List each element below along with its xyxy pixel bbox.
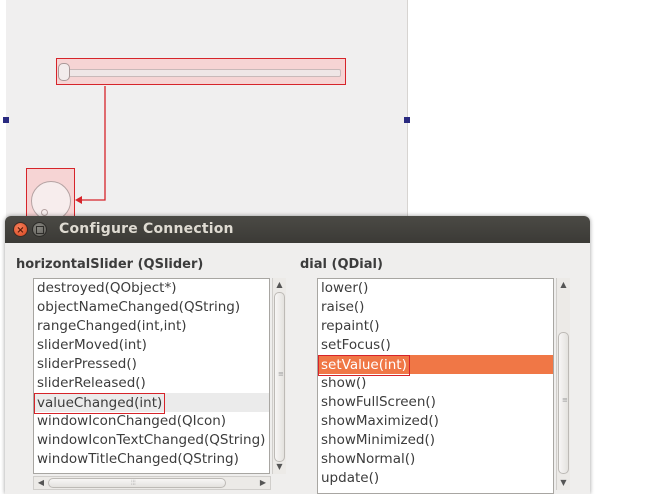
slot-list-item-label: showFullScreen() xyxy=(321,394,436,410)
slot-list[interactable]: lower() raise() repaint() setFocus() setValu… xyxy=(317,278,554,494)
signal-list-vscroll-thumb[interactable]: ≡ xyxy=(274,292,285,462)
signal-list-hscroll-thumb[interactable]: ⦙⦙⦙ xyxy=(48,478,226,488)
slot-list-item[interactable]: showMinimized() xyxy=(318,431,553,450)
slot-list-item[interactable]: showMaximized() xyxy=(318,412,553,431)
configure-connection-dialog: × Configure Connection horizontalSlider … xyxy=(5,216,590,494)
slot-list-item-label: repaint() xyxy=(321,318,380,334)
signal-list-item[interactable]: sliderPressed() xyxy=(34,355,269,374)
signal-list-item[interactable]: windowIconChanged(QIcon) xyxy=(34,412,269,431)
dialog-titlebar[interactable]: × Configure Connection xyxy=(5,216,590,243)
slot-list-item-label: update() xyxy=(321,470,380,486)
slot-list-item-label: showMaximized() xyxy=(321,413,439,429)
slot-list-item-label: setValue(int) xyxy=(318,355,410,376)
signal-list-item-label: sliderMoved(int) xyxy=(37,337,147,353)
signal-list-item[interactable]: sliderMoved(int) xyxy=(34,336,269,355)
signal-list-item-label: windowIconChanged(QIcon) xyxy=(37,413,227,429)
signal-list-item-label: windowTitleChanged(QString) xyxy=(37,451,239,467)
signal-list-item-label: objectNameChanged(QString) xyxy=(37,299,241,315)
signal-list-item[interactable]: windowIconTextChanged(QString) xyxy=(34,431,269,450)
signal-list-item-label: sliderPressed() xyxy=(37,356,137,372)
signal-list-item[interactable]: sliderReleased() xyxy=(34,374,269,393)
signal-list-hscrollbar[interactable]: ◀ ⦙⦙⦙ ▶ xyxy=(33,476,271,490)
signal-list-item-label: valueChanged(int) xyxy=(34,393,166,414)
scroll-up-icon[interactable]: ▲ xyxy=(557,279,570,291)
signal-list-item[interactable]: objectNameChanged(QString) xyxy=(34,298,269,317)
slot-list-item-label: setFocus() xyxy=(321,337,391,353)
signal-list-vscrollbar[interactable]: ▲ ≡ ▼ xyxy=(272,278,286,474)
slot-list-item[interactable]: show() xyxy=(318,374,553,393)
slot-list-vscroll-thumb[interactable]: ≡ xyxy=(558,332,569,474)
slot-list-item-label: show() xyxy=(321,375,367,391)
grip-icon: ≡ xyxy=(562,396,568,404)
sender-label: horizontalSlider (QSlider) xyxy=(16,257,204,272)
slot-list-item-label: raise() xyxy=(321,299,365,315)
signal-list-item-label: rangeChanged(int,int) xyxy=(37,318,187,334)
signal-list[interactable]: destroyed(QObject*) objectNameChanged(QSt… xyxy=(33,278,270,474)
slot-list-item[interactable]: lower() xyxy=(318,279,553,298)
slot-list-item-label: lower() xyxy=(321,280,369,296)
slot-list-item-label: showMinimized() xyxy=(321,432,435,448)
close-icon[interactable]: × xyxy=(13,222,28,237)
slot-list-item[interactable]: setValue(int) xyxy=(318,355,553,376)
scroll-left-icon[interactable]: ◀ xyxy=(35,477,47,489)
scroll-down-icon[interactable]: ▼ xyxy=(273,461,286,473)
signal-list-item[interactable]: destroyed(QObject*) xyxy=(34,279,269,298)
grip-icon: ≡ xyxy=(278,370,284,378)
signal-list-item[interactable]: valueChanged(int) xyxy=(34,393,269,414)
slot-list-item[interactable]: setFocus() xyxy=(318,336,553,355)
signal-list-item[interactable]: windowTitleChanged(QString) xyxy=(34,450,269,469)
receiver-label: dial (QDial) xyxy=(300,257,383,272)
slot-list-item[interactable]: showFullScreen() xyxy=(318,393,553,412)
signal-list-item-label: destroyed(QObject*) xyxy=(37,280,177,296)
scroll-right-icon[interactable]: ▶ xyxy=(257,477,269,489)
slot-list-item-label: showNormal() xyxy=(321,451,416,467)
slot-list-item[interactable]: repaint() xyxy=(318,317,553,336)
slot-list-item[interactable]: showNormal() xyxy=(318,450,553,469)
slot-list-item[interactable]: update() xyxy=(318,469,553,488)
slot-list-vscrollbar[interactable]: ▲ ≡ ▼ xyxy=(556,278,570,490)
signal-list-item[interactable]: rangeChanged(int,int) xyxy=(34,317,269,336)
dialog-title: Configure Connection xyxy=(59,221,234,237)
slot-list-item[interactable]: raise() xyxy=(318,298,553,317)
scroll-down-icon[interactable]: ▼ xyxy=(557,477,570,489)
grip-icon: ⦙⦙⦙ xyxy=(131,479,136,487)
scroll-up-icon[interactable]: ▲ xyxy=(273,279,286,291)
signal-list-item-label: sliderReleased() xyxy=(37,375,146,391)
minimize-icon[interactable] xyxy=(32,222,47,237)
signal-list-item-label: windowIconTextChanged(QString) xyxy=(37,432,266,448)
